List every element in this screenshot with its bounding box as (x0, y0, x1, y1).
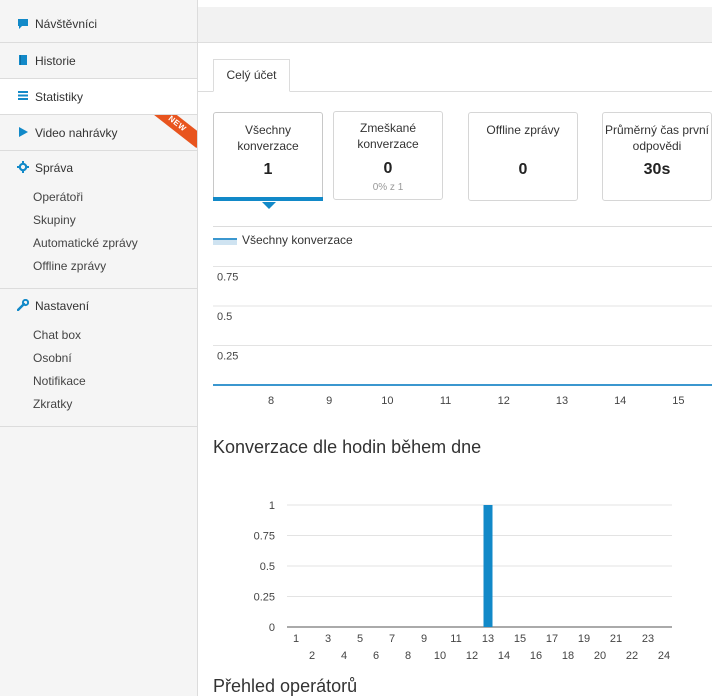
section-title-operators: Přehled operátorů (213, 676, 358, 696)
y-tick-label: 0.75 (254, 531, 275, 543)
x-tick-label: 6 (373, 650, 379, 662)
x-tick-label: 10 (434, 650, 446, 662)
x-tick-label: 3 (325, 633, 331, 645)
y-tick-label: 0 (269, 622, 275, 634)
x-tick-label: 14 (498, 650, 510, 662)
x-tick-label: 9 (421, 633, 427, 645)
x-tick-label: 12 (466, 650, 478, 662)
bar-chart: 00.250.50.751123456789101112131415161718… (254, 500, 672, 662)
x-tick-label: 11 (450, 633, 461, 645)
y-tick-label: 1 (269, 500, 275, 512)
x-tick-label: 20 (594, 650, 606, 662)
x-tick-label: 13 (482, 633, 494, 645)
x-tick-label: 7 (389, 633, 395, 645)
x-tick-label: 5 (357, 633, 363, 645)
x-tick-label: 15 (514, 633, 526, 645)
x-tick-label: 18 (562, 650, 574, 662)
y-tick-label: 0.5 (260, 561, 275, 573)
x-tick-label: 17 (546, 633, 558, 645)
x-tick-label: 24 (658, 650, 670, 662)
bar (483, 505, 493, 627)
x-tick-label: 4 (341, 650, 347, 662)
x-tick-label: 1 (293, 633, 299, 645)
x-tick-label: 23 (642, 633, 654, 645)
y-tick-label: 0.25 (254, 592, 275, 604)
x-tick-label: 16 (530, 650, 542, 662)
x-tick-label: 2 (309, 650, 315, 662)
x-tick-label: 8 (405, 650, 411, 662)
x-tick-label: 22 (626, 650, 638, 662)
x-tick-label: 21 (610, 633, 622, 645)
x-tick-label: 19 (578, 633, 590, 645)
